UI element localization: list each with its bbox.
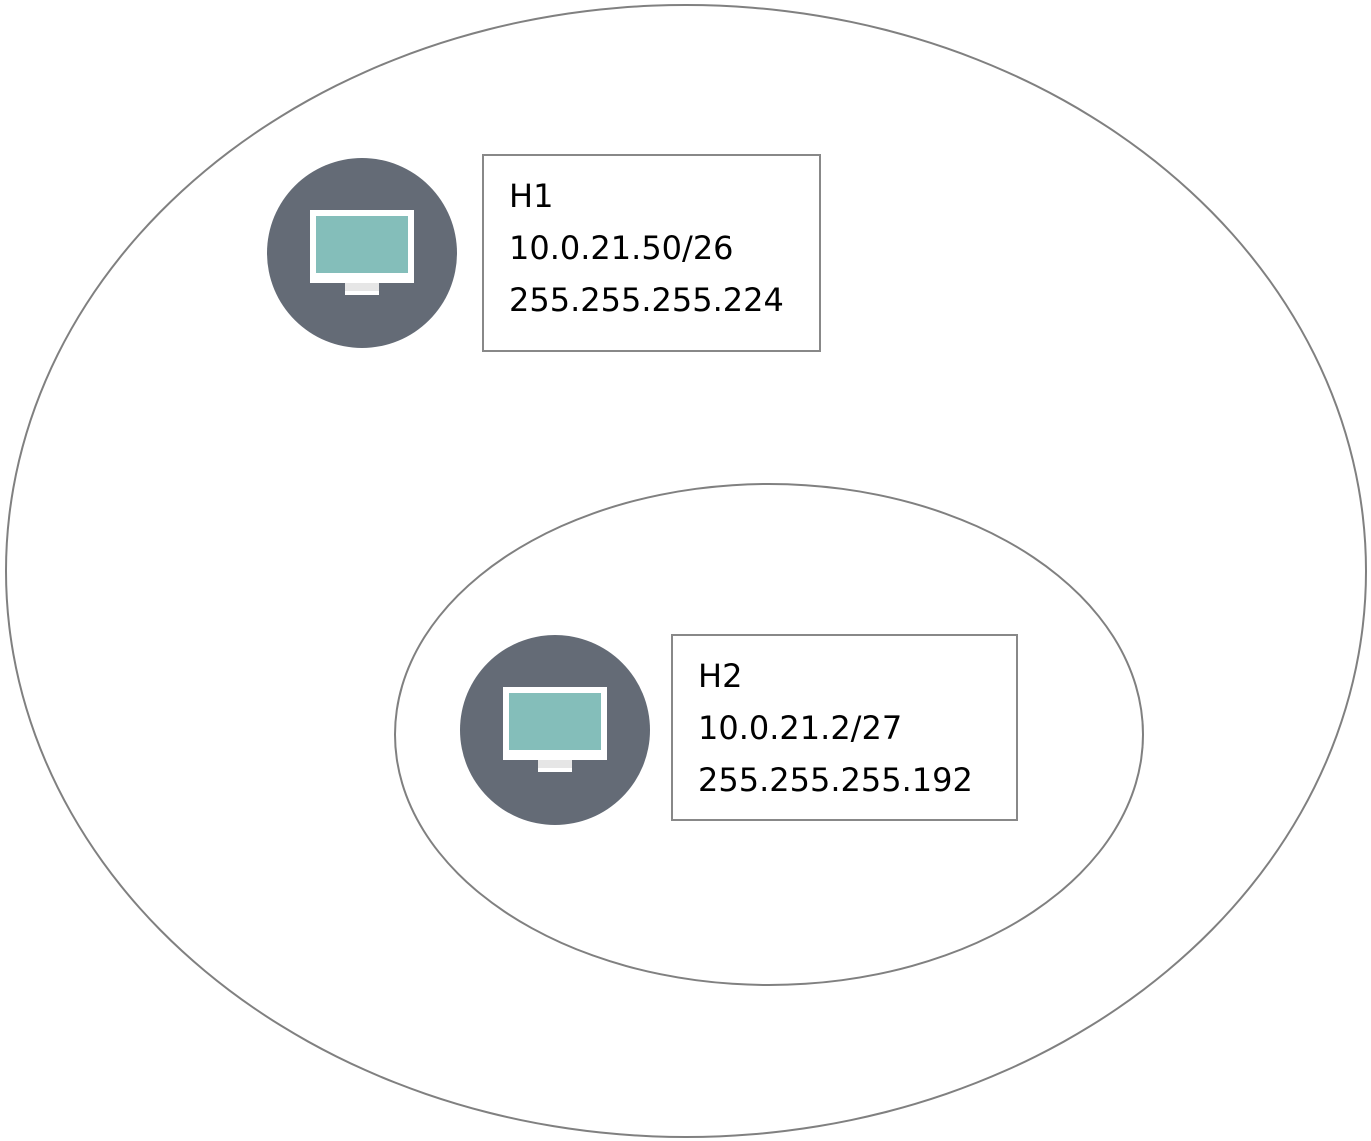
host-ip-address: 10.0.21.50/26 <box>509 229 734 267</box>
host-h2-info-box: H2 10.0.21.2/27 255.255.255.192 <box>671 634 1018 821</box>
host-subnet-mask: 255.255.255.192 <box>698 761 973 799</box>
host-name-label: H2 <box>698 657 743 695</box>
network-diagram: H1 10.0.21.50/26 255.255.255.224 H2 10.0… <box>0 0 1371 1141</box>
desktop-monitor-icon <box>460 635 650 825</box>
desktop-monitor-icon <box>267 158 457 348</box>
host-h1-info-box: H1 10.0.21.50/26 255.255.255.224 <box>482 154 821 352</box>
host-ip-address: 10.0.21.2/27 <box>698 709 903 747</box>
host-name-label: H1 <box>509 177 554 215</box>
host-subnet-mask: 255.255.255.224 <box>509 281 784 319</box>
